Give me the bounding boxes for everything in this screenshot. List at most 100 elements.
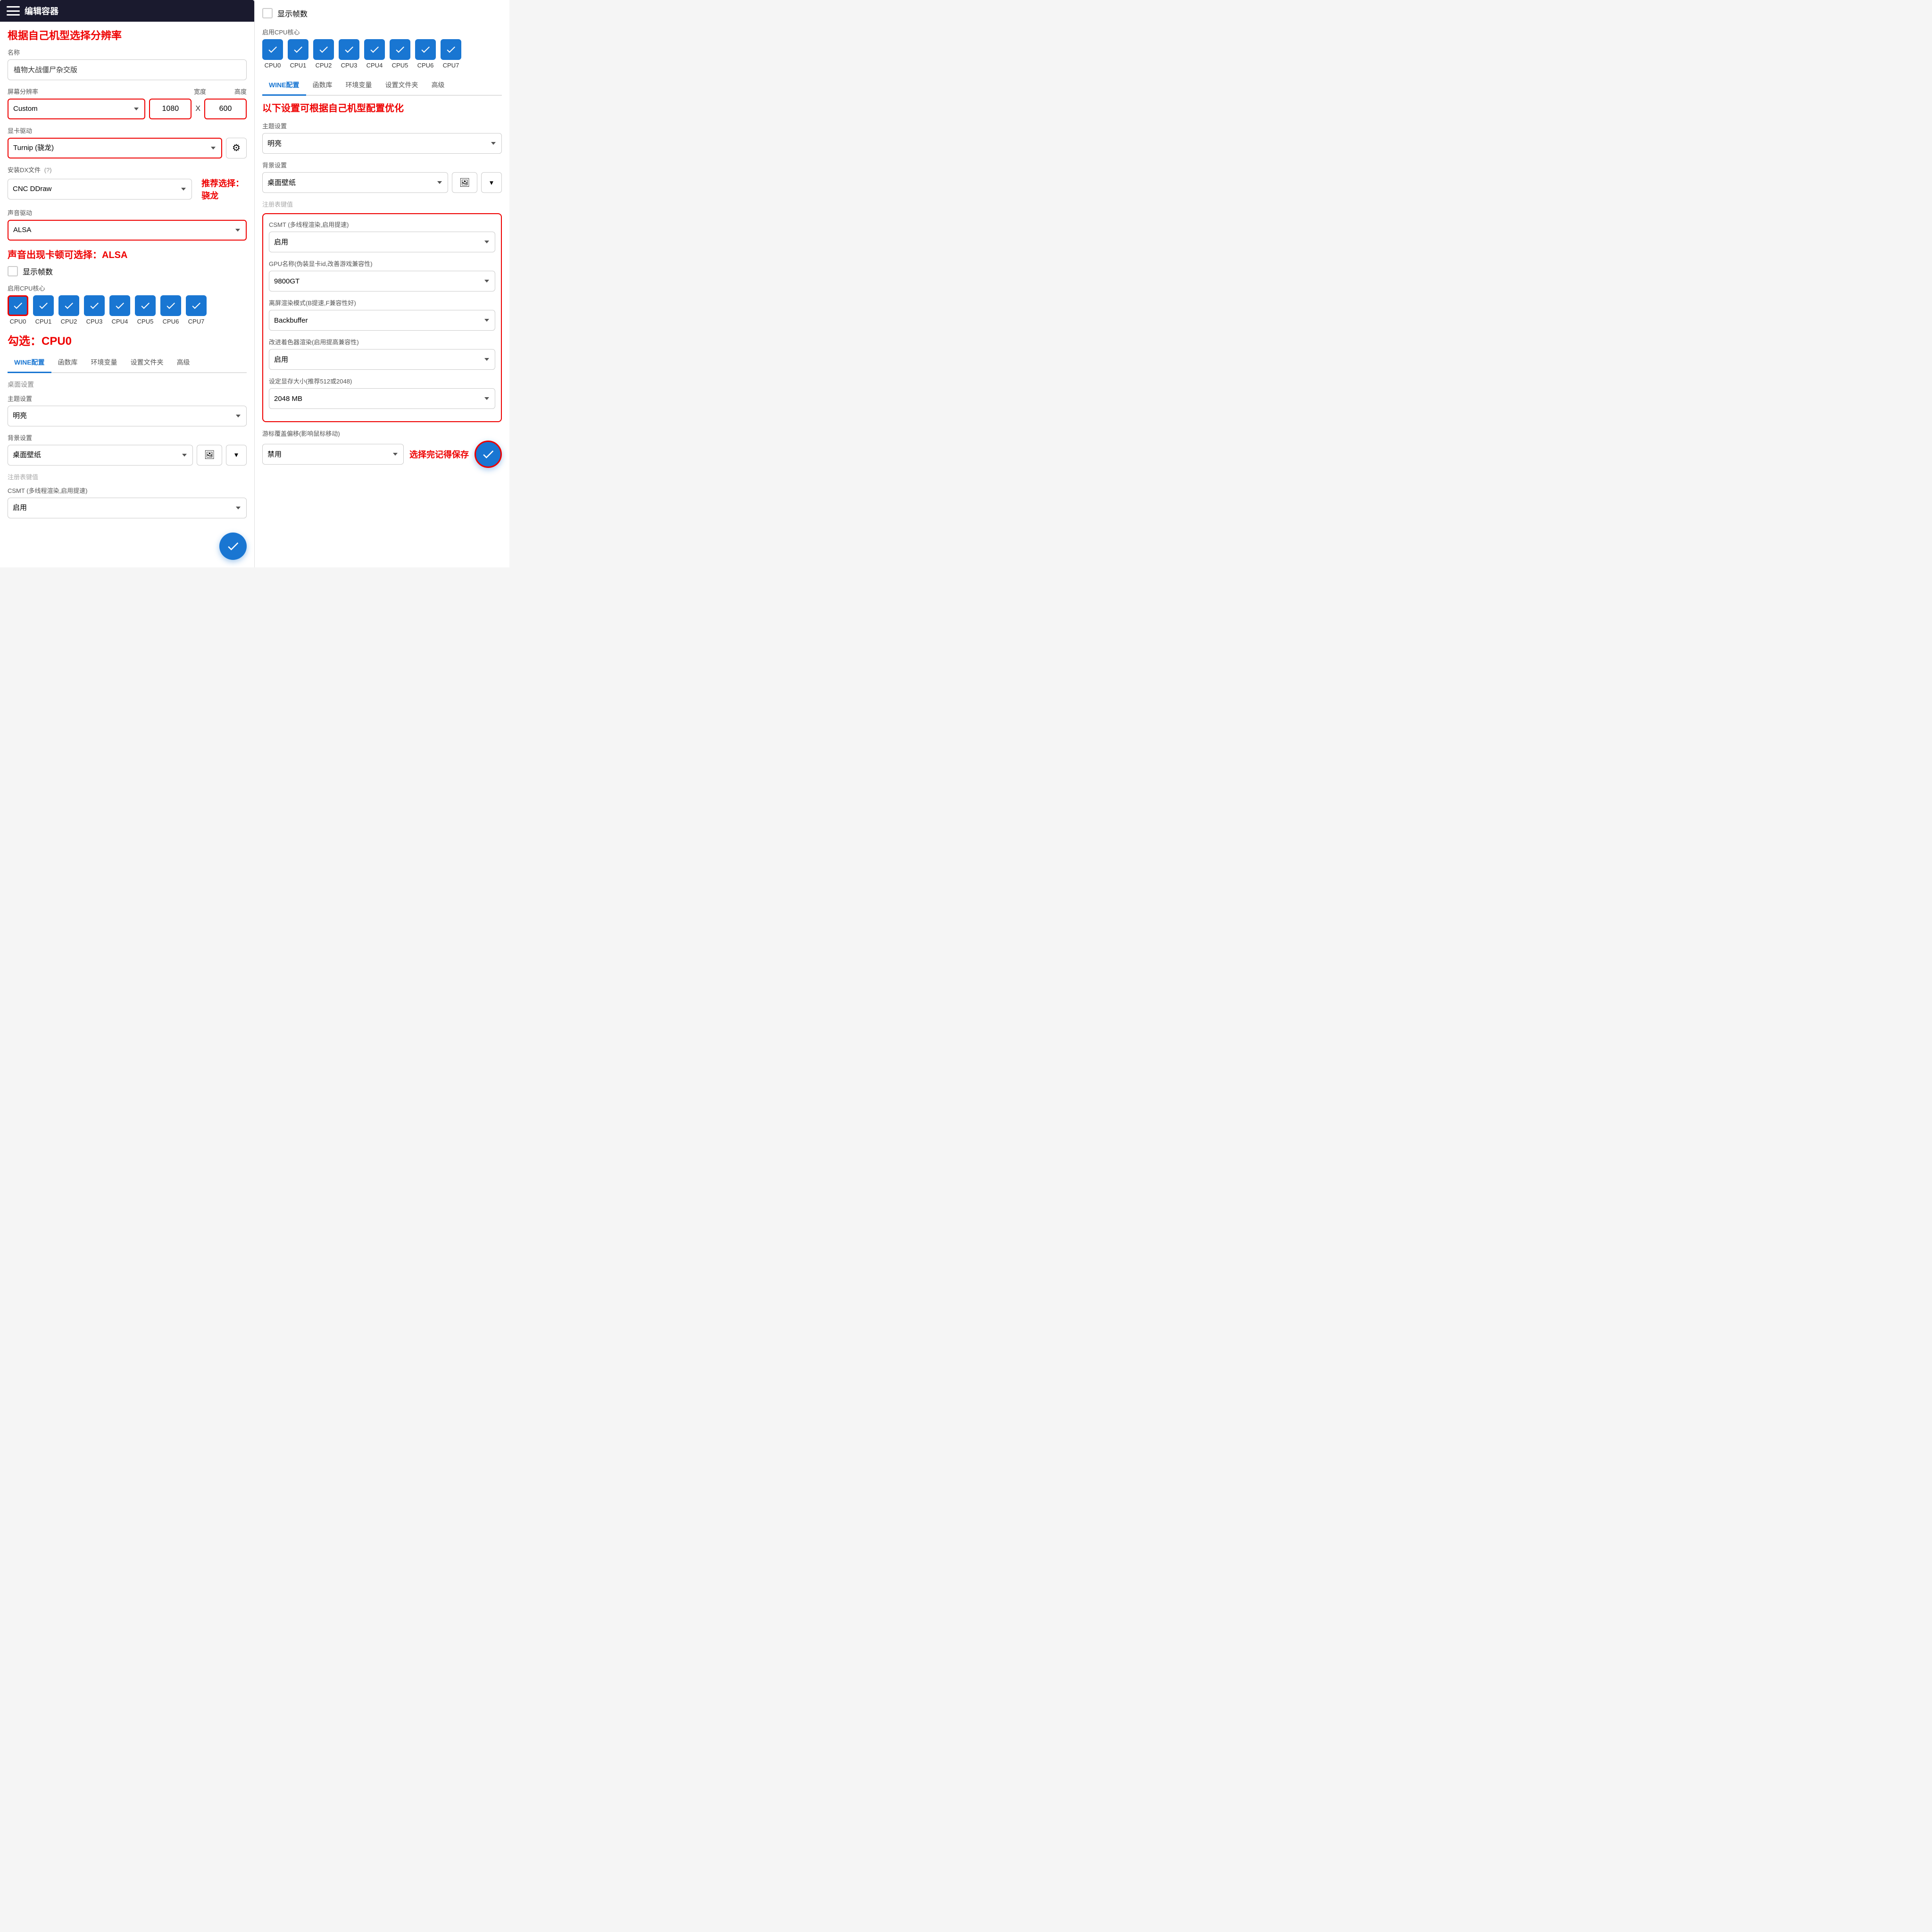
dx-annotation: 推荐选择：骁龙 bbox=[201, 177, 247, 201]
right-cpu0-checkbox[interactable] bbox=[262, 39, 283, 60]
right-tab-env[interactable]: 环境变量 bbox=[339, 75, 379, 96]
right-cpu6-label: CPU6 bbox=[417, 62, 434, 69]
right-gpu-name-select[interactable]: 9800GT bbox=[269, 271, 495, 291]
right-vram-select[interactable]: 2048 MB bbox=[269, 388, 495, 409]
right-tab-folder[interactable]: 设置文件夹 bbox=[379, 75, 425, 96]
name-input[interactable] bbox=[8, 59, 247, 80]
right-vram-label: 设定显存大小(推荐512或2048) bbox=[269, 376, 495, 385]
tab-advanced[interactable]: 高级 bbox=[170, 353, 197, 373]
right-tabs-bar: WINE配置 函数库 环境变量 设置文件夹 高级 bbox=[262, 75, 502, 96]
theme-label: 主题设置 bbox=[8, 394, 247, 403]
right-show-fps-row: 显示帧数 bbox=[262, 8, 502, 19]
right-cpu-item-5: CPU5 bbox=[390, 39, 410, 69]
cpu7-checkbox[interactable] bbox=[186, 295, 207, 316]
cpu4-label: CPU4 bbox=[112, 318, 128, 325]
right-cpu-item-0: CPU0 bbox=[262, 39, 283, 69]
right-cpu6-checkbox[interactable] bbox=[415, 39, 436, 60]
right-theme-select[interactable]: 明亮 bbox=[262, 133, 502, 154]
gear-button[interactable]: ⚙ bbox=[226, 138, 247, 158]
gpu-select[interactable]: Turnip (骁龙) bbox=[8, 138, 222, 158]
resolution-select[interactable]: Custom bbox=[8, 99, 145, 119]
height-input[interactable] bbox=[204, 99, 247, 119]
right-offscreen-select[interactable]: Backbuffer bbox=[269, 310, 495, 331]
cpu0-label: CPU0 bbox=[10, 318, 26, 325]
hamburger-icon[interactable] bbox=[7, 6, 20, 16]
right-reg-label: 注册表键值 bbox=[262, 200, 502, 208]
theme-select[interactable]: 明亮 bbox=[8, 406, 247, 426]
csmt-field-row: CSMT (多线程渲染,启用提速) 启用 bbox=[8, 486, 247, 526]
cpu5-checkbox[interactable] bbox=[135, 295, 156, 316]
right-show-fps-checkbox[interactable] bbox=[262, 8, 273, 18]
cpu-item-4: CPU4 bbox=[109, 295, 130, 325]
right-wallpaper-arrow-button[interactable]: ▼ bbox=[481, 172, 502, 193]
cpu-grid: CPU0 CPU1 CPU2 CPU3 bbox=[8, 295, 247, 325]
sound-select[interactable]: ALSA bbox=[8, 220, 247, 241]
wallpaper-image-button[interactable]: 🖼 bbox=[197, 445, 222, 466]
image-icon: 🖼 bbox=[204, 450, 215, 460]
cpu4-checkbox[interactable] bbox=[109, 295, 130, 316]
right-cpu2-checkbox[interactable] bbox=[313, 39, 334, 60]
cpu-annotation: 勾选：CPU0 bbox=[8, 332, 247, 348]
right-cpu-section: 启用CPU核心 CPU0 CPU1 CPU2 bbox=[262, 27, 502, 69]
right-wallpaper-image-button[interactable]: 🖼 bbox=[452, 172, 477, 193]
cpu2-label: CPU2 bbox=[61, 318, 77, 325]
csmt-select[interactable]: 启用 bbox=[8, 498, 247, 518]
tab-folder[interactable]: 设置文件夹 bbox=[124, 353, 170, 373]
width-input[interactable] bbox=[149, 99, 192, 119]
cpu-item-1: CPU1 bbox=[33, 295, 54, 325]
right-cpu4-checkbox[interactable] bbox=[364, 39, 385, 60]
tab-env[interactable]: 环境变量 bbox=[84, 353, 124, 373]
right-cpu3-checkbox[interactable] bbox=[339, 39, 359, 60]
right-tab-advanced[interactable]: 高级 bbox=[425, 75, 451, 96]
right-cpu0-label: CPU0 bbox=[265, 62, 281, 69]
right-shader-select[interactable]: 启用 bbox=[269, 349, 495, 370]
name-field-row: 名称 bbox=[8, 48, 247, 80]
right-cpu3-label: CPU3 bbox=[341, 62, 358, 69]
show-fps-checkbox[interactable] bbox=[8, 266, 18, 276]
right-csmt-select[interactable]: 启用 bbox=[269, 232, 495, 252]
wallpaper-arrow-button[interactable]: ▼ bbox=[226, 445, 247, 466]
sound-label: 声音驱动 bbox=[8, 208, 247, 217]
gear-icon: ⚙ bbox=[232, 142, 241, 154]
right-chevron-down-icon: ▼ bbox=[488, 179, 494, 186]
gpu-label: 显卡驱动 bbox=[8, 126, 247, 135]
right-bg-select[interactable]: 桌面壁纸 bbox=[262, 172, 448, 193]
right-show-fps-label: 显示帧数 bbox=[277, 8, 308, 19]
cpu3-checkbox[interactable] bbox=[84, 295, 105, 316]
cpu0-checkbox[interactable] bbox=[8, 295, 28, 316]
tab-lib[interactable]: 函数库 bbox=[51, 353, 84, 373]
tabs-bar: WINE配置 函数库 环境变量 设置文件夹 高级 bbox=[8, 353, 247, 373]
right-gpu-name-label: GPU名称(伪装显卡id,改善游戏兼容性) bbox=[269, 259, 495, 268]
show-fps-row: 显示帧数 bbox=[8, 266, 247, 277]
right-cpu-label: 启用CPU核心 bbox=[262, 27, 502, 36]
cpu2-checkbox[interactable] bbox=[58, 295, 79, 316]
right-cpu2-label: CPU2 bbox=[316, 62, 332, 69]
resolution-label: 屏幕分辨率 bbox=[8, 87, 38, 96]
cpu3-label: CPU3 bbox=[86, 318, 103, 325]
chevron-down-icon: ▼ bbox=[233, 451, 239, 458]
resolution-field-row: 屏幕分辨率 宽度 高度 Custom X bbox=[8, 87, 247, 119]
right-cpu5-checkbox[interactable] bbox=[390, 39, 410, 60]
left-panel: 编辑容器 根据自己机型选择分辨率 名称 屏幕分辨率 宽度 高度 Custom X… bbox=[0, 0, 255, 567]
right-bg-row: 背景设置 桌面壁纸 🖼 ▼ bbox=[262, 160, 502, 193]
right-tab-lib[interactable]: 函数库 bbox=[306, 75, 339, 96]
sound-field-row: 声音驱动 ALSA bbox=[8, 208, 247, 241]
bg-select[interactable]: 桌面壁纸 bbox=[8, 445, 193, 466]
right-tab-wine[interactable]: WINE配置 bbox=[262, 75, 306, 96]
cpu1-checkbox[interactable] bbox=[33, 295, 54, 316]
dx-select[interactable]: CNC DDraw bbox=[8, 179, 192, 200]
right-cpu1-checkbox[interactable] bbox=[288, 39, 308, 60]
cpu6-checkbox[interactable] bbox=[160, 295, 181, 316]
right-offscreen-label: 离屏渲染模式(B提速,F兼容性好) bbox=[269, 298, 495, 307]
dx-field-row: 安装DX文件 (?) CNC DDraw 推荐选择：骁龙 bbox=[8, 165, 247, 201]
save-button-right[interactable] bbox=[475, 441, 502, 468]
annotation-resolution: 根据自己机型选择分辨率 bbox=[8, 29, 247, 43]
right-shader-row: 改进着色器渲染(启用提高兼容性) 启用 bbox=[269, 337, 495, 370]
cursor-annotation: 选择完记得保存 bbox=[409, 448, 469, 460]
right-cpu7-checkbox[interactable] bbox=[441, 39, 461, 60]
right-cursor-select[interactable]: 禁用 bbox=[262, 444, 404, 465]
x-separator: X bbox=[195, 105, 200, 113]
save-button-left[interactable] bbox=[219, 533, 247, 560]
tab-wine[interactable]: WINE配置 bbox=[8, 353, 51, 373]
show-fps-label: 显示帧数 bbox=[23, 266, 53, 277]
